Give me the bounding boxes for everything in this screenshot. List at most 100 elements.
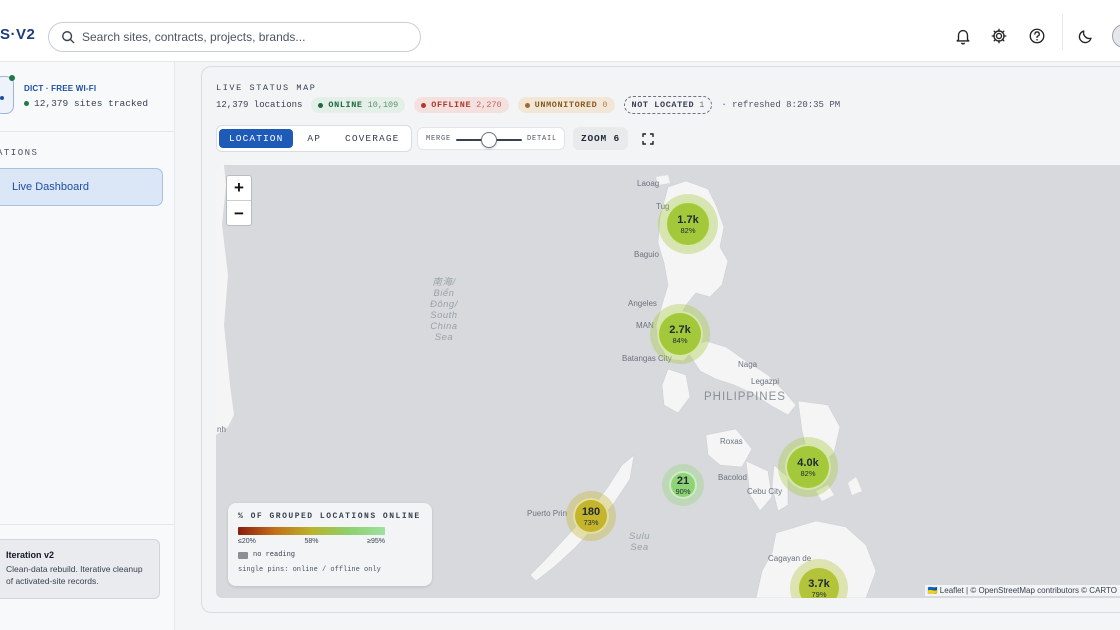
place-label: Puerto Prin	[527, 509, 568, 518]
not-located-label: NOT LOCATED	[631, 100, 695, 110]
no-reading-label: no reading	[253, 551, 296, 559]
legend-no-reading: no reading	[238, 551, 422, 559]
tab-ap[interactable]: AP	[297, 129, 331, 148]
org-indicator-dot	[0, 96, 4, 100]
zoom-out-button[interactable]: −	[227, 201, 251, 226]
iteration-description: Clean-data rebuild. Iterative cleanup of…	[6, 564, 143, 586]
offline-count: 2,270	[476, 100, 502, 110]
nav-item-label: Live Dashboard	[12, 181, 90, 193]
bell-icon[interactable]	[954, 27, 972, 45]
cluster-slider: MERGE DETAIL	[417, 127, 565, 150]
org-name: DICT · FREE WI-FI	[24, 84, 97, 93]
cluster-count: 1.7k	[677, 213, 699, 226]
legend-gradient	[238, 527, 385, 535]
cluster-count: 180	[581, 505, 601, 518]
cluster-marker[interactable]: 180 73%	[573, 498, 609, 534]
status-summary: 12,379 locations ONLINE 10,109 OFFLINE 2,2…	[216, 96, 840, 114]
online-dot	[318, 102, 324, 108]
cluster-percent: 82%	[800, 468, 816, 478]
place-label: Baguio	[634, 250, 659, 259]
divider	[0, 524, 174, 525]
unmonitored-label: UNMONITORED	[534, 100, 598, 110]
divider	[0, 131, 174, 132]
card-title: LIVE STATUS MAP	[216, 83, 317, 93]
legend-tick-low: ≤20%	[238, 538, 256, 545]
cluster-count: 3.7k	[808, 577, 830, 590]
unmonitored-badge[interactable]: UNMONITORED 0	[517, 97, 615, 113]
legend-title: % OF GROUPED LOCATIONS ONLINE	[238, 512, 421, 521]
cluster-percent: 79%	[811, 589, 827, 599]
not-located-count: 1	[699, 100, 705, 110]
map-attribution[interactable]: 🇺🇦 Leaflet | © OpenStreetMap contributor…	[924, 585, 1120, 596]
cluster-count: 21	[676, 474, 690, 487]
cluster-percent: 84%	[672, 335, 688, 345]
cluster-marker[interactable]: 1.7k 82%	[665, 201, 711, 247]
no-reading-swatch	[238, 551, 248, 559]
top-bar: S·V2	[0, 0, 1120, 62]
search-box[interactable]	[48, 22, 421, 52]
map-legend: % OF GROUPED LOCATIONS ONLINE ≤20% 58% ≥…	[228, 503, 432, 586]
tab-coverage[interactable]: COVERAGE	[335, 129, 409, 148]
search-input[interactable]	[82, 30, 402, 44]
not-located-badge[interactable]: NOT LOCATED 1	[623, 96, 713, 114]
place-label: nh	[217, 425, 226, 434]
iteration-title: Iteration v2	[6, 550, 55, 560]
slider-thumb[interactable]	[481, 132, 497, 148]
offline-dot	[421, 102, 427, 108]
legend-ticks: ≤20% 58% ≥95%	[238, 538, 385, 545]
merge-label: MERGE	[426, 135, 452, 143]
cluster-marker[interactable]: 2.7k 84%	[657, 311, 703, 357]
cluster-percent: 82%	[680, 225, 696, 235]
offline-badge[interactable]: OFFLINE 2,270	[414, 97, 509, 113]
refreshed-time: · refreshed 8:20:35 PM	[721, 100, 841, 110]
live-status-card: LIVE STATUS MAP 12,379 locations ONLINE 1…	[201, 66, 1120, 613]
nav-item-live-dashboard[interactable]: Live Dashboard	[0, 168, 163, 206]
legend-footnote: single pins: online / offline only	[238, 566, 381, 574]
online-label: ONLINE	[328, 100, 363, 110]
org-switcher[interactable]	[0, 76, 14, 114]
sidebar: DICT · FREE WI-FI 12,379 sites tracked A…	[0, 62, 175, 630]
location-count: 12,379 locations	[216, 100, 303, 110]
gear-icon[interactable]	[990, 27, 1008, 45]
tab-location[interactable]: LOCATION	[219, 129, 294, 148]
iteration-card: Iteration v2 Clean-data rebuild. Iterati…	[0, 539, 160, 599]
dark-mode-icon[interactable]	[1077, 27, 1095, 45]
status-dot	[24, 101, 29, 106]
place-label: Naga	[738, 360, 758, 369]
sites-tracked-label: 12,379 sites tracked	[34, 98, 149, 109]
org-status-dot	[9, 75, 15, 81]
cluster-percent: 73%	[583, 517, 599, 527]
header-divider	[1062, 14, 1063, 50]
country-label: PHILIPPINES	[704, 391, 786, 403]
map-zoom-control: + −	[226, 175, 252, 226]
online-badge[interactable]: ONLINE 10,109	[311, 97, 406, 113]
zoom-in-button[interactable]: +	[227, 176, 251, 201]
place-label: Laoag	[637, 179, 660, 188]
detail-label: DETAIL	[527, 135, 558, 143]
cluster-count: 4.0k	[797, 456, 819, 469]
help-icon[interactable]	[1028, 27, 1046, 45]
search-icon	[62, 31, 75, 44]
place-label: Bacolod	[718, 473, 747, 482]
place-label: Cebu City	[747, 487, 783, 496]
cluster-marker[interactable]: 4.0k 82%	[785, 444, 831, 490]
cluster-percent: 90%	[675, 486, 691, 496]
cluster-marker[interactable]: 21 90%	[669, 471, 697, 499]
legend-tick-high: ≥95%	[367, 538, 385, 545]
avatar[interactable]	[1112, 24, 1120, 48]
place-label: Angeles	[628, 299, 657, 308]
status-map[interactable]: + − 南海/ Biển Đông/ South China Sea Sulu …	[216, 165, 1120, 598]
place-label: Roxas	[720, 437, 743, 446]
fullscreen-icon[interactable]	[642, 133, 654, 145]
brand-logo[interactable]: S·V2	[0, 26, 35, 43]
unmonitored-dot	[524, 102, 530, 108]
zoom-level: ZOOM 6	[573, 127, 629, 150]
legend-tick-mid: 58%	[304, 538, 319, 545]
sea-label-south-china: 南海/ Biển Đông/ South China Sea	[430, 277, 458, 343]
cluster-count: 2.7k	[669, 323, 691, 336]
view-tabs: LOCATION AP COVERAGE	[216, 125, 413, 152]
page-bottom	[175, 620, 1120, 630]
place-label: Legazpi	[751, 377, 780, 386]
nav-section-label: ATIONS	[0, 148, 39, 158]
unmonitored-count: 0	[602, 100, 608, 110]
